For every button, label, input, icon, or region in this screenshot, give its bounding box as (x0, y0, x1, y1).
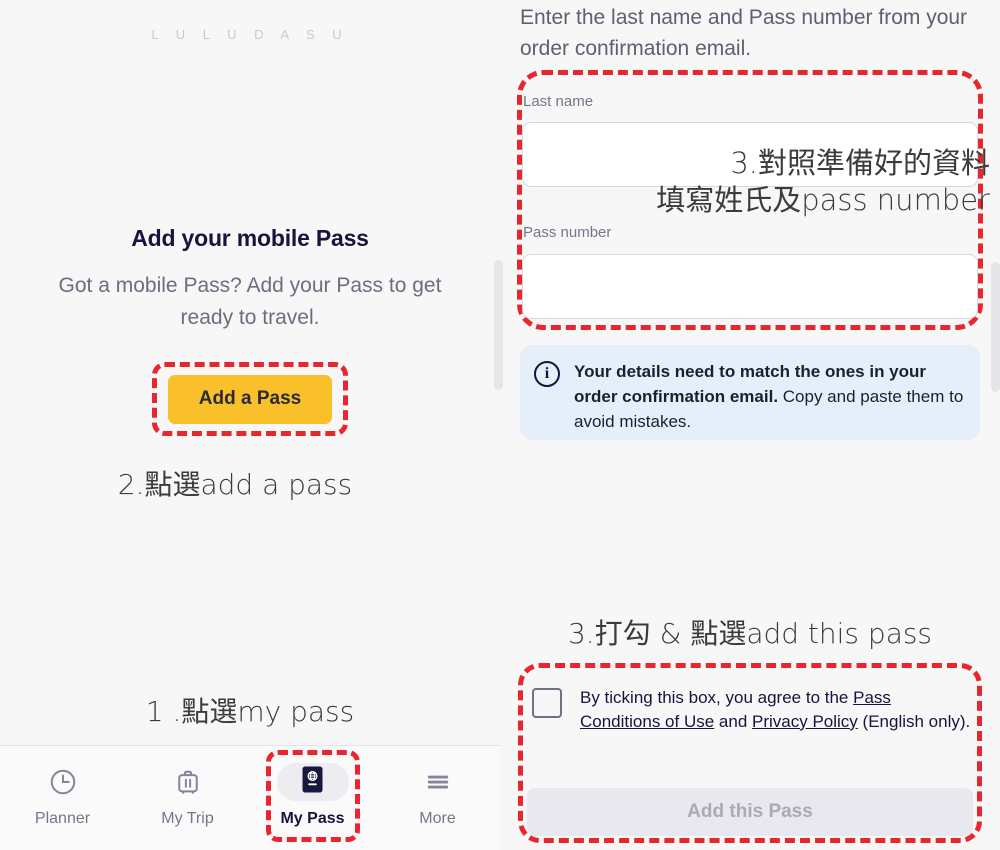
active-nav-pill (276, 763, 349, 801)
watermark-luludasu: L U L U D A S U (151, 27, 349, 42)
consent-suffix: (English only). (857, 711, 971, 731)
scrollbar-right-panel[interactable] (991, 262, 1000, 392)
nav-item-my-trip[interactable]: My Trip (133, 760, 243, 828)
page-subtitle: Got a mobile Pass? Add your Pass to get … (58, 274, 442, 329)
passport-icon (302, 766, 323, 798)
pass-number-input[interactable] (522, 254, 978, 319)
add-this-pass-button[interactable]: Add this Pass (527, 788, 973, 836)
consent-middle: and (714, 711, 752, 731)
annotation-step-2-text: 2.點選add a pass (117, 468, 353, 501)
suitcase-icon (173, 760, 203, 804)
nav-label-more: More (419, 810, 456, 827)
consent-text: By ticking this box, you agree to the Pa… (580, 686, 972, 734)
nav-item-my-pass[interactable]: My Pass (258, 750, 368, 842)
consent-prefix: By ticking this box, you agree to the (580, 688, 854, 707)
hamburger-icon (423, 760, 453, 804)
last-name-input[interactable] (522, 122, 978, 187)
info-banner: i Your details need to match the ones in… (520, 345, 980, 440)
nav-item-more[interactable]: More (383, 760, 493, 828)
last-name-label: Last name (523, 93, 594, 110)
consent-row: By ticking this box, you agree to the Pa… (532, 686, 972, 734)
clock-icon (48, 760, 78, 804)
form-heading: Enter the last name and Pass number from… (520, 6, 968, 61)
privacy-policy-link[interactable]: Privacy Policy (752, 712, 858, 731)
right-panel-add-pass-form: Enter the last name and Pass number from… (500, 0, 1000, 850)
bottom-navigation-bar: Planner My Trip My Pass More (0, 746, 500, 850)
annotation-step-1-text: 1 .點選my pass (145, 695, 355, 728)
screenshot-root: L U L U D A S U Add your mobile Pass Got… (0, 0, 1000, 850)
nav-pass-pill-wrapper (276, 760, 349, 804)
nav-label-planner: Planner (34, 810, 91, 827)
add-a-pass-button-group: Add a Pass (152, 361, 348, 436)
add-a-pass-button[interactable]: Add a Pass (168, 374, 332, 424)
terms-checkbox[interactable] (532, 688, 562, 718)
page-title: Add your mobile Pass (131, 225, 369, 251)
watermark-luludasu-right: L U L U D A S U (500, 443, 1000, 458)
annotation-step-3-text: 3.打勾 & 點選add this pass (567, 617, 933, 650)
nav-label-my-pass: My Pass (280, 810, 345, 827)
pass-number-label: Pass number (523, 224, 612, 241)
left-panel-my-pass-empty-state: L U L U D A S U Add your mobile Pass Got… (0, 0, 500, 850)
nav-label-my-trip: My Trip (161, 810, 214, 827)
info-banner-text: Your details need to match the ones in y… (574, 360, 964, 434)
nav-item-planner[interactable]: Planner (8, 760, 118, 828)
info-circle-icon: i (534, 361, 560, 387)
scrollbar-left-panel[interactable] (494, 260, 503, 390)
empty-state-content: Add your mobile Pass Got a mobile Pass? … (0, 225, 500, 436)
